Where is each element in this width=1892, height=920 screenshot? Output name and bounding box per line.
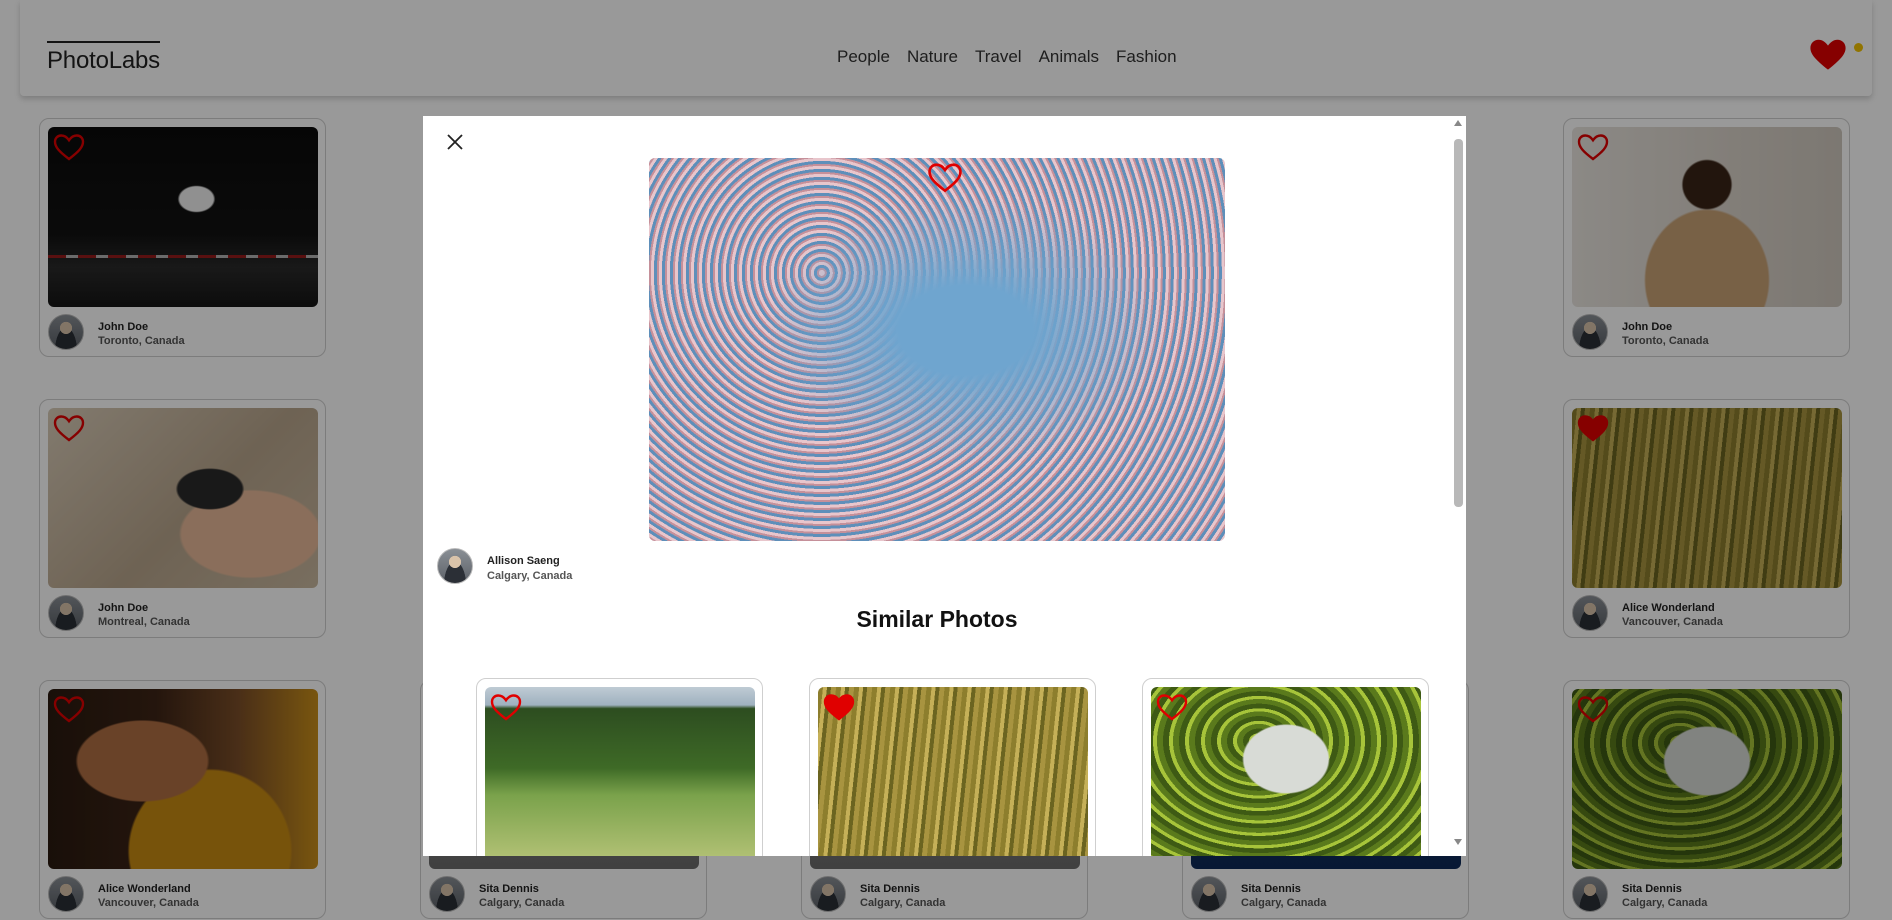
favorite-heart-icon[interactable] <box>1156 693 1188 722</box>
photographer-location: Calgary, Canada <box>487 570 573 582</box>
scroll-thumb[interactable] <box>1454 139 1463 507</box>
photo-details-modal: Allison Saeng Calgary, Canada Similar Ph… <box>423 116 1466 856</box>
photo-image[interactable] <box>818 687 1088 856</box>
photo-image[interactable] <box>1151 687 1421 856</box>
photographer-name: Allison Saeng <box>487 555 560 567</box>
avatar <box>437 548 473 584</box>
scroll-down-arrow[interactable] <box>1454 839 1462 845</box>
main-photo <box>649 158 1225 541</box>
similar-photo-card[interactable] <box>476 678 763 856</box>
favorite-heart-icon[interactable] <box>823 693 855 722</box>
photo-image[interactable] <box>485 687 755 856</box>
favorite-heart-icon[interactable] <box>927 162 963 194</box>
similar-photos-title: Similar Photos <box>856 606 1018 632</box>
similar-photo-card[interactable] <box>1142 678 1429 856</box>
modal-scrollbar[interactable] <box>1451 116 1466 856</box>
favorite-heart-icon[interactable] <box>490 693 522 722</box>
scroll-up-arrow[interactable] <box>1454 120 1462 126</box>
close-icon[interactable] <box>445 132 465 152</box>
similar-photo-card[interactable] <box>809 678 1096 856</box>
